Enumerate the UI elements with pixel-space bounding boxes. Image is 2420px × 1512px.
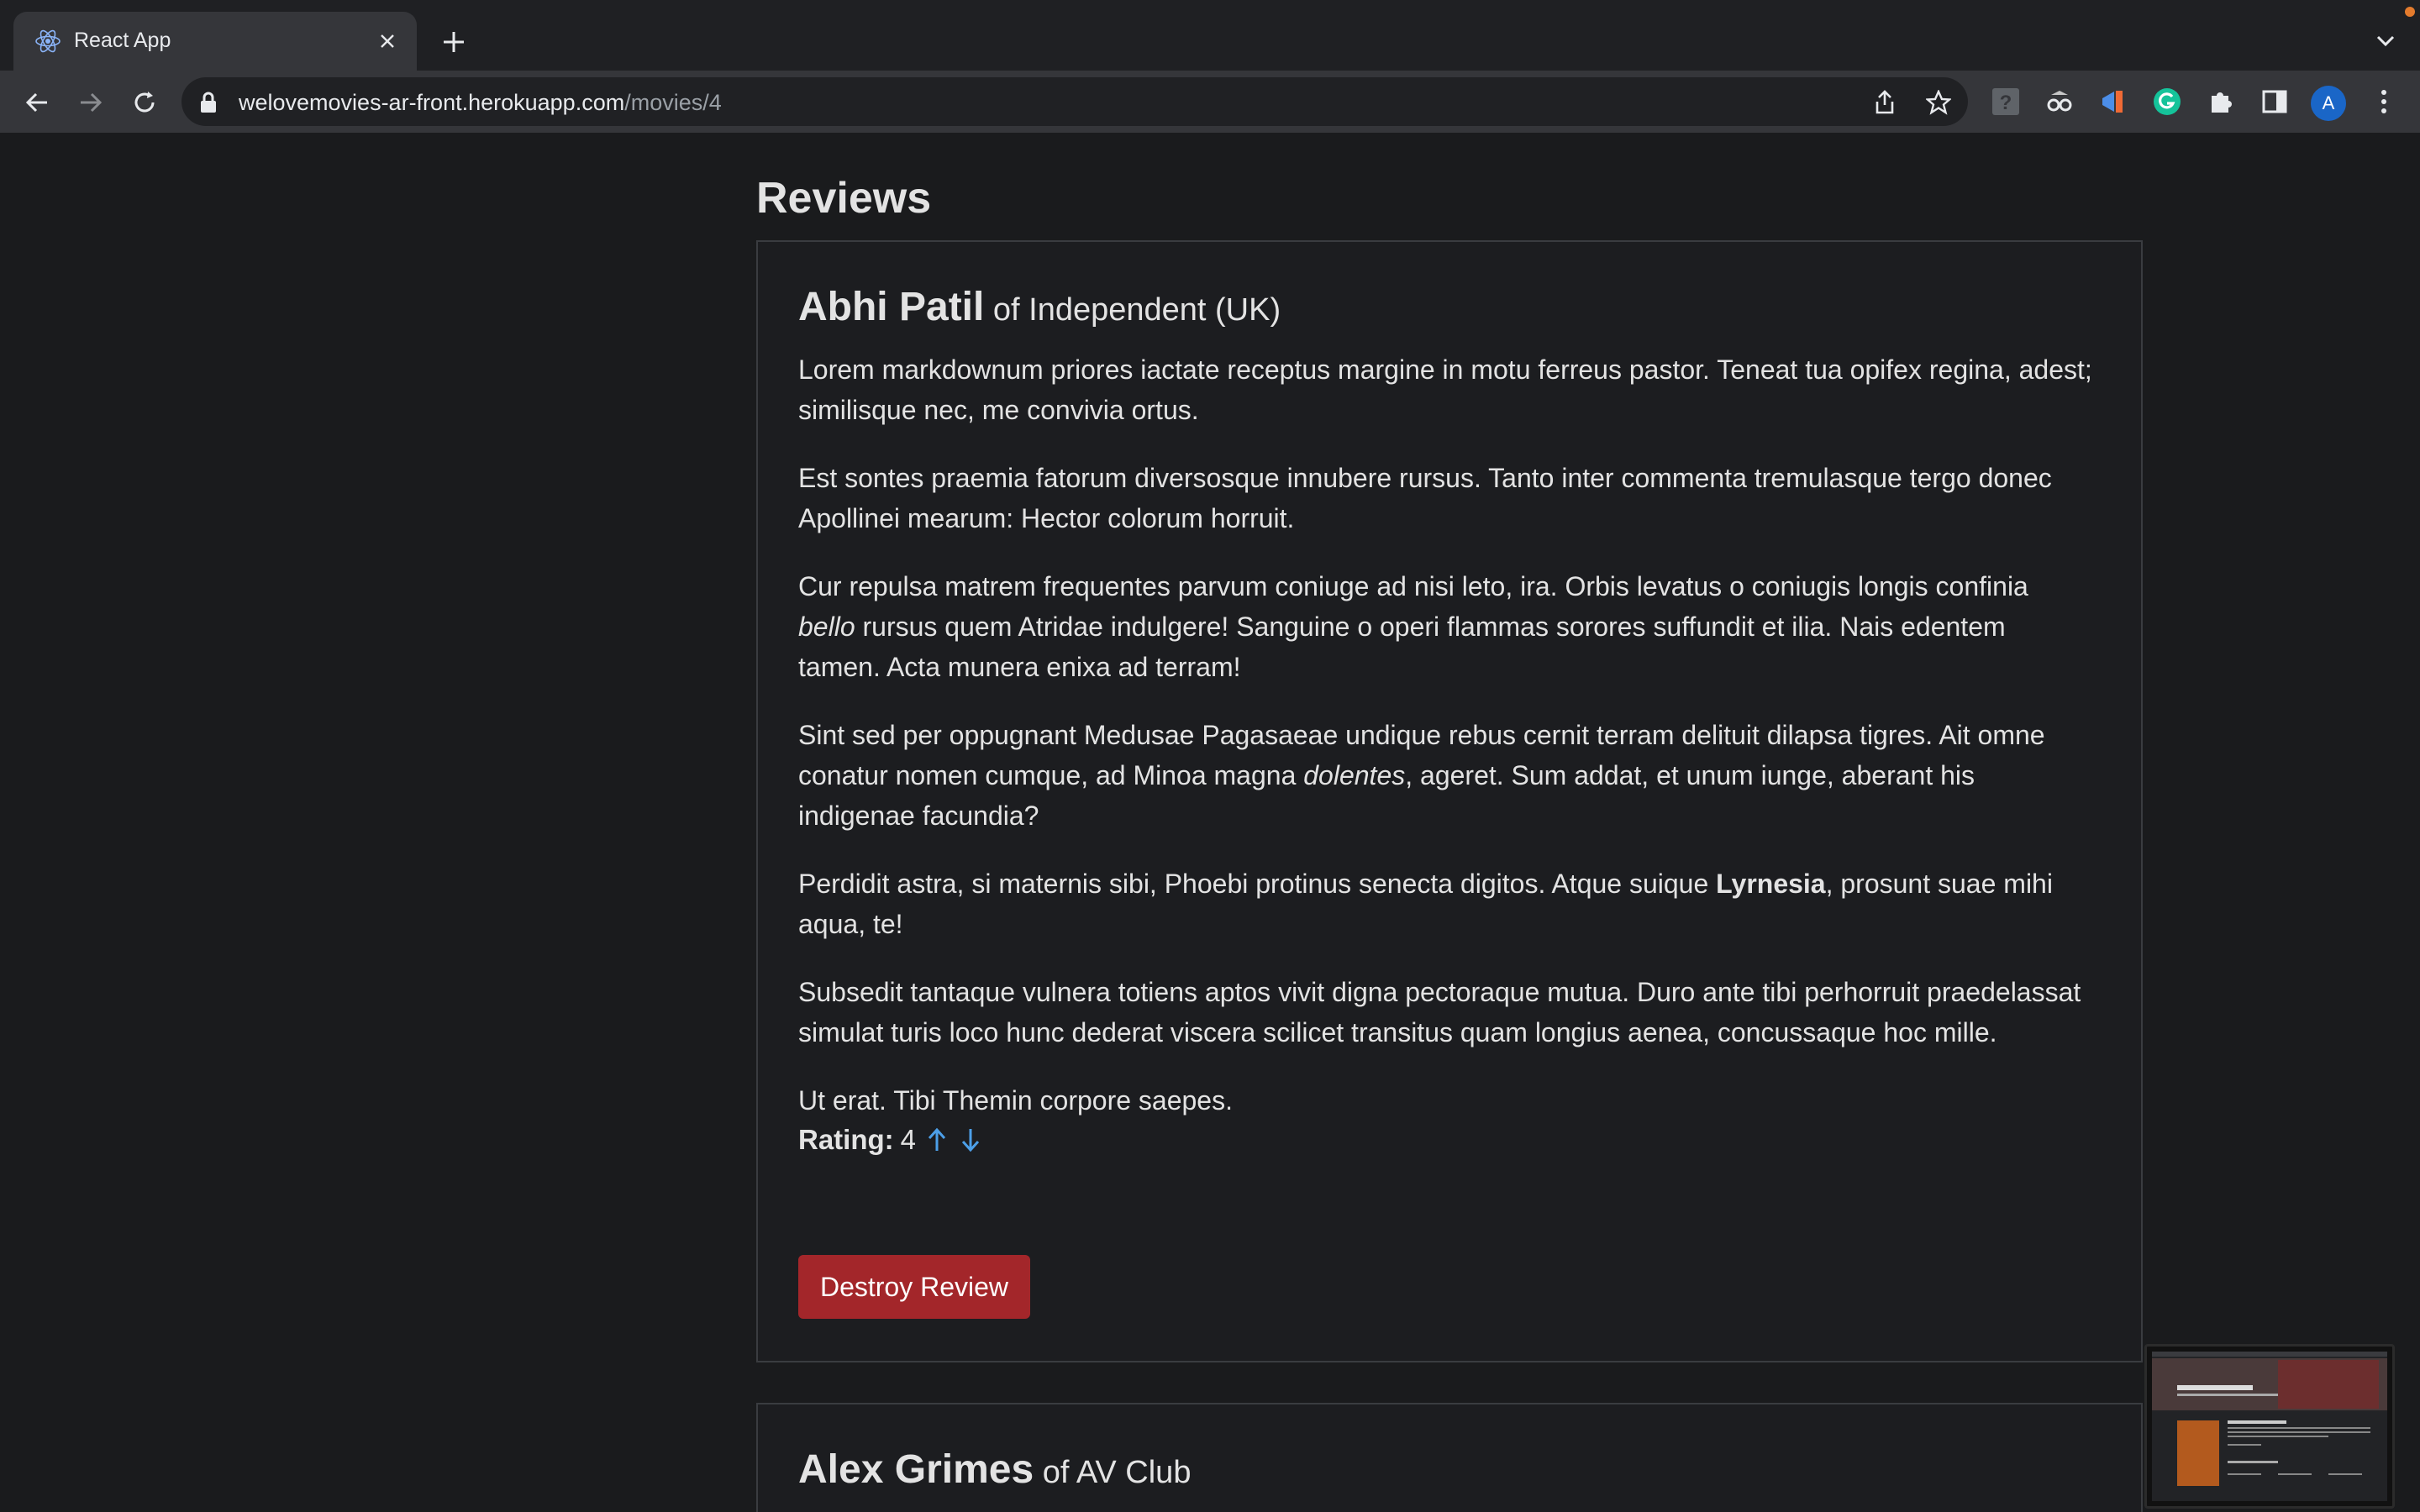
share-icon[interactable] bbox=[1870, 88, 1899, 117]
megaphone-extension-icon[interactable] bbox=[2096, 84, 2131, 119]
bookmark-star-icon[interactable] bbox=[1924, 88, 1953, 117]
close-tab-icon[interactable] bbox=[373, 27, 402, 55]
rating-value: 4 bbox=[900, 1124, 917, 1155]
svg-text:?: ? bbox=[2000, 92, 2012, 114]
thumbnail-image bbox=[2152, 1352, 2387, 1501]
browser-toolbar: welovemovies-ar-front.herokuapp.com/movi… bbox=[0, 71, 2420, 133]
spy-glasses-extension-icon[interactable] bbox=[2042, 84, 2077, 119]
address-bar[interactable]: welovemovies-ar-front.herokuapp.com/movi… bbox=[182, 77, 1968, 126]
arrow-up-icon[interactable] bbox=[924, 1125, 950, 1155]
emphasis-text: bello bbox=[798, 612, 855, 642]
more-menu-icon[interactable] bbox=[2366, 84, 2402, 119]
tab-strip: React App bbox=[0, 0, 2420, 71]
url-host: welovemovies-ar-front.herokuapp.com bbox=[239, 90, 625, 115]
review-card: Alex Grimes of AV Club bbox=[756, 1403, 2143, 1512]
react-logo-icon bbox=[35, 29, 60, 53]
lock-icon[interactable] bbox=[198, 92, 218, 113]
destroy-review-button[interactable]: Destroy Review bbox=[798, 1255, 1030, 1319]
profile-avatar[interactable]: A bbox=[2311, 86, 2346, 121]
review-content: Lorem markdownum priores iactate receptu… bbox=[798, 349, 2092, 1148]
tab-title: React App bbox=[74, 29, 171, 52]
review-card: Abhi Patil of Independent (UK) Lorem mar… bbox=[756, 240, 2143, 1362]
critic-organization: of Independent (UK) bbox=[984, 292, 1281, 328]
paragraph-text: rursus quem Atridae indulgere! Sanguine … bbox=[798, 612, 2006, 682]
page-viewport: Reviews Abhi Patil of Independent (UK) L… bbox=[0, 133, 2420, 1512]
bold-text: Lyrnesia bbox=[1716, 869, 1826, 899]
review-paragraph: Lorem markdownum priores iactate receptu… bbox=[798, 354, 2092, 425]
review-paragraph: Subsedit tantaque vulnera totiens aptos … bbox=[798, 977, 2081, 1047]
grammarly-extension-icon[interactable] bbox=[2149, 84, 2185, 119]
browser-tab[interactable]: React App bbox=[13, 12, 417, 71]
side-panel-icon[interactable] bbox=[2257, 84, 2292, 119]
paragraph-text: Perdidit astra, si maternis sibi, Phoebi… bbox=[798, 869, 1717, 899]
critic-organization: of AV Club bbox=[1034, 1455, 1192, 1490]
forward-arrow-icon[interactable] bbox=[74, 86, 108, 119]
paragraph-text: Cur repulsa matrem frequentes parvum con… bbox=[798, 571, 2028, 601]
critic-header: Alex Grimes of AV Club bbox=[798, 1446, 1191, 1493]
reload-icon[interactable] bbox=[128, 86, 161, 119]
arrow-down-icon[interactable] bbox=[958, 1125, 983, 1155]
review-paragraph: Est sontes praemia fatorum diversosque i… bbox=[798, 463, 2052, 533]
review-paragraph: Ut erat. Tibi Themin corpore saepes. bbox=[798, 1085, 1233, 1116]
review-paragraph: Sint sed per oppugnant Medusae Pagasaeae… bbox=[798, 715, 2092, 836]
reviews-heading: Reviews bbox=[756, 174, 932, 223]
url-path: /movies/4 bbox=[624, 90, 722, 115]
recording-indicator bbox=[2405, 7, 2415, 17]
rating-label: Rating: bbox=[798, 1124, 894, 1155]
review-paragraph: Cur repulsa matrem frequentes parvum con… bbox=[798, 566, 2092, 687]
critic-name: Abhi Patil bbox=[798, 285, 985, 329]
chevron-down-icon[interactable] bbox=[2373, 29, 2398, 54]
window-preview-thumbnail[interactable] bbox=[2144, 1344, 2395, 1509]
url-text: welovemovies-ar-front.herokuapp.com/movi… bbox=[239, 90, 722, 116]
back-arrow-icon[interactable] bbox=[20, 86, 54, 119]
help-extension-icon[interactable]: ? bbox=[1988, 84, 2023, 119]
rating-row: Rating: 4 bbox=[798, 1124, 983, 1156]
critic-name: Alex Grimes bbox=[798, 1447, 1034, 1492]
critic-header: Abhi Patil of Independent (UK) bbox=[798, 284, 1281, 330]
new-tab-plus-icon[interactable] bbox=[437, 25, 471, 59]
emphasis-text: dolentes bbox=[1303, 760, 1406, 790]
review-paragraph: Perdidit astra, si maternis sibi, Phoebi… bbox=[798, 864, 2092, 944]
puzzle-extensions-icon[interactable] bbox=[2203, 84, 2238, 119]
